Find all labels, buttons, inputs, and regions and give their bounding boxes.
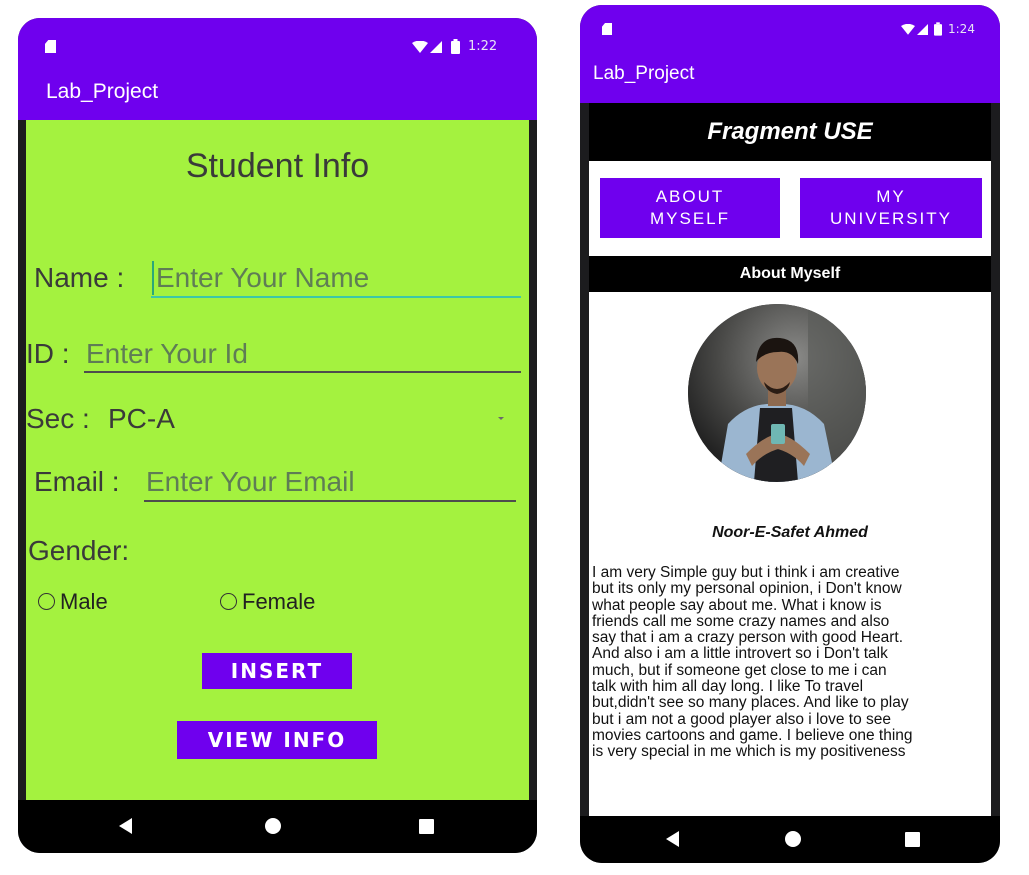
wifi-icon (901, 24, 915, 35)
profile-photo (688, 304, 866, 482)
university-button-line-2: UNIVERSITY (829, 209, 953, 228)
profile-name: Noor-E-Safet Ahmed (712, 524, 868, 541)
female-radio[interactable]: Female (218, 588, 378, 618)
about-button-line-2: MYSELF (649, 209, 731, 228)
about-line: but i am not a good player also i love t… (592, 710, 891, 728)
navigation-bar (580, 816, 1000, 863)
fragment-screen: Fragment USE ABOUT MYSELF MY UNIVERSITY … (589, 103, 991, 816)
home-nav-icon[interactable] (265, 818, 281, 834)
name-input[interactable]: Enter Your Name (151, 254, 521, 298)
wifi-icon (412, 41, 428, 53)
email-label: Email : (34, 466, 120, 497)
about-line: movies cartoons and game. I believe one … (592, 726, 913, 744)
about-line: I am very Simple guy but i think i am cr… (592, 564, 900, 581)
sim-card-icon (45, 40, 56, 53)
radio-button-icon (220, 593, 237, 610)
section-title: About Myself (589, 256, 991, 292)
battery-icon (934, 22, 942, 36)
sim-card-icon (602, 23, 612, 35)
status-bar: 1:24 (580, 5, 1000, 47)
dropdown-arrow-icon (498, 417, 504, 420)
university-button-line-1: MY (876, 187, 906, 206)
name-label: Name : (34, 262, 125, 293)
app-bar: Lab_Project (18, 64, 537, 120)
right-phone-frame: 1:24 Lab_Project Fragment USE ABOUT MYSE… (580, 5, 1000, 863)
battery-icon (451, 39, 460, 54)
status-bar: 1:22 (18, 18, 537, 64)
signal-icon (917, 24, 928, 35)
id-input[interactable]: Enter Your Id (84, 330, 521, 374)
fragment-banner: Fragment USE (589, 103, 991, 161)
sec-value: PC-A (108, 403, 175, 434)
about-line: is very special in me which is my positi… (592, 743, 906, 761)
id-underline (84, 371, 521, 373)
gender-label: Gender: (28, 535, 130, 566)
left-phone-frame: 1:22 Lab_Project Student Info Name : Ent… (18, 18, 537, 853)
recent-apps-icon[interactable] (905, 832, 920, 847)
status-time: 1:24 (948, 22, 975, 36)
about-paragraph: I am very Simple guy but i think i am cr… (592, 564, 985, 761)
insert-button[interactable]: INSERT (202, 653, 352, 689)
about-line: but,didn't see so many places. And like … (592, 694, 909, 712)
male-radio[interactable]: Male (36, 588, 176, 618)
sec-label: Sec : (26, 403, 90, 434)
id-label: ID : (26, 338, 70, 369)
student-info-form: Student Info Name : Enter Your Name ID :… (26, 120, 529, 800)
id-placeholder: Enter Your Id (86, 338, 248, 369)
about-line: much, but if someone get close to me i c… (592, 661, 887, 679)
about-line: talk with him all day long. I like To tr… (592, 678, 864, 696)
name-underline (151, 296, 521, 298)
status-time: 1:22 (468, 39, 498, 54)
signal-icon (430, 41, 442, 53)
email-placeholder: Enter Your Email (146, 466, 355, 497)
back-nav-icon[interactable] (666, 831, 679, 847)
radio-button-icon (38, 593, 55, 610)
name-placeholder: Enter Your Name (156, 262, 370, 293)
app-title: Lab_Project (46, 80, 159, 103)
view-info-button[interactable]: VIEW INFO (177, 721, 377, 759)
email-input[interactable]: Enter Your Email (144, 458, 516, 502)
home-nav-icon[interactable] (785, 831, 801, 847)
section-spinner[interactable]: Sec : PC-A (26, 395, 521, 439)
about-button-line-1: ABOUT (655, 187, 725, 206)
about-myself-button[interactable]: ABOUT MYSELF (600, 178, 780, 238)
back-nav-icon[interactable] (119, 818, 132, 834)
app-title: Lab_Project (593, 63, 695, 84)
app-bar: Lab_Project (580, 47, 1000, 103)
about-line: And also i am a little introvert so i Do… (592, 645, 888, 663)
about-line: say that i am a crazy person with good H… (592, 629, 904, 647)
my-university-button[interactable]: MY UNIVERSITY (800, 178, 982, 238)
male-label: Male (60, 589, 108, 614)
text-cursor (152, 261, 154, 295)
navigation-bar (18, 800, 537, 853)
about-line: but its only my personal opinion, i Don'… (592, 580, 902, 598)
about-line: friends call me some crazy names and als… (592, 612, 890, 630)
email-underline (144, 500, 516, 502)
recent-apps-icon[interactable] (419, 819, 434, 834)
page-title: Student Info (185, 147, 370, 185)
female-label: Female (242, 589, 316, 614)
about-line: what people say about me. What i know is (592, 596, 882, 614)
